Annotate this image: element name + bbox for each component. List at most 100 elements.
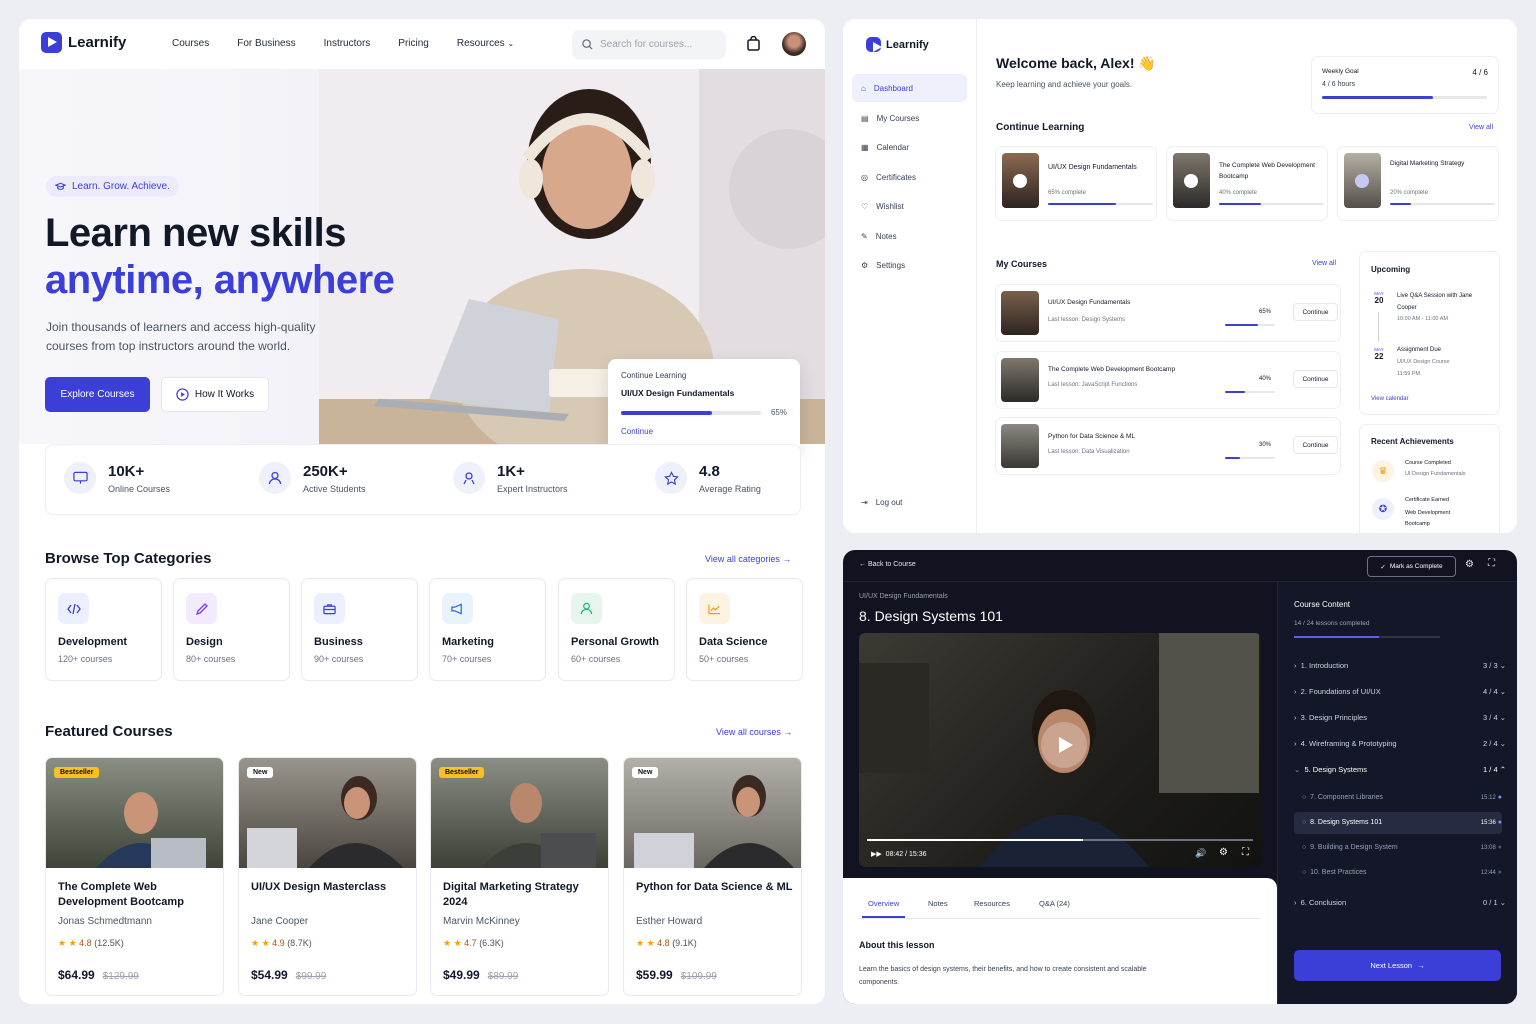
landing-page: Learnify Courses For Business Instructor…	[19, 19, 825, 1004]
fullscreen-icon[interactable]: ⛶	[1242, 847, 1249, 858]
next-lesson-button[interactable]: Next Lesson →	[1294, 950, 1501, 981]
course-rating: ★ ★ 4.7 (6.3K)	[443, 938, 504, 948]
logout-button[interactable]: ⇥ Log out	[852, 488, 967, 516]
hero-subtext: Join thousands of learners and access hi…	[46, 320, 316, 353]
continue-button[interactable]: Continue	[1293, 370, 1338, 388]
stat-rating: 4.8 Average Rating	[655, 462, 761, 494]
sidebar-item-dashboard[interactable]: ⌂ Dashboard	[852, 74, 967, 102]
category-card-development[interactable]: Development 120+ courses	[45, 578, 162, 681]
play-circle-icon	[176, 388, 189, 401]
settings-icon[interactable]: ⚙	[1465, 559, 1474, 570]
course-card[interactable]: Bestseller Digital Marketing Strategy 20…	[430, 757, 609, 996]
star-icon: ★ ★	[251, 938, 270, 948]
my-course-row[interactable]: The Complete Web Development Bootcamp La…	[995, 351, 1341, 409]
category-card-design[interactable]: Design 80+ courses	[173, 578, 290, 681]
section-row-active[interactable]: ⌄ 5. Design Systems 1 / 4 ⌃	[1294, 765, 1506, 774]
view-all-categories-link[interactable]: View all categories →	[705, 554, 791, 564]
section-row[interactable]: › 3. Design Principles 3 / 4 ⌄	[1294, 713, 1506, 722]
course-thumbnail	[1001, 358, 1039, 402]
section-row[interactable]: › 6. Conclusion 0 / 1 ⌄	[1294, 898, 1506, 907]
course-progress	[1225, 324, 1275, 326]
nav-instructors[interactable]: Instructors	[324, 38, 371, 49]
hero-headline-line2: anytime, anywhere	[45, 258, 395, 302]
continue-card[interactable]: Digital Marketing Strategy 20% complete	[1337, 146, 1499, 221]
sidebar-item-wishlist[interactable]: ♡ Wishlist	[852, 192, 967, 220]
sidebar-item-settings[interactable]: ⚙ Settings	[852, 251, 967, 279]
view-all-courses-link[interactable]: View all courses →	[716, 727, 792, 737]
tab-resources[interactable]: Resources	[974, 899, 1010, 908]
explore-courses-button[interactable]: Explore Courses	[45, 377, 150, 412]
continue-link[interactable]: Continue	[621, 427, 787, 436]
hero-headline-line1: Learn new skills	[45, 211, 347, 255]
continue-view-all-link[interactable]: View all	[1469, 124, 1493, 131]
category-card-data-science[interactable]: Data Science 50+ courses	[686, 578, 803, 681]
chevron-up-icon: ⌃	[1499, 765, 1506, 774]
section-row[interactable]: › 2. Foundations of UI/UX 4 / 4 ⌄	[1294, 687, 1506, 696]
sidebar-item-notes[interactable]: ✎ Notes	[852, 222, 967, 250]
back-to-course-link[interactable]: ← Back to Course	[859, 561, 916, 568]
avatar[interactable]	[782, 32, 806, 56]
play-button[interactable]	[1041, 722, 1087, 768]
course-thumbnail	[1001, 424, 1039, 468]
continue-progress-bar	[621, 410, 761, 415]
category-card-marketing[interactable]: Marketing 70+ courses	[429, 578, 546, 681]
lesson-item-active[interactable]: ○ 8. Design Systems 101 15:36 ●	[1302, 819, 1502, 826]
continue-card[interactable]: UI/UX Design Fundamentals 65% complete	[995, 146, 1157, 221]
nav-resources[interactable]: Resources ⌄	[457, 38, 514, 49]
sidebar-item-my-courses[interactable]: ▤ My Courses	[852, 104, 967, 132]
lesson-item[interactable]: ○ 10. Best Practices 12:44 ●	[1302, 869, 1502, 876]
nav-pricing[interactable]: Pricing	[398, 38, 429, 49]
continue-learning-card: Continue Learning UI/UX Design Fundament…	[608, 359, 800, 451]
star-icon	[655, 462, 687, 494]
tab-notes[interactable]: Notes	[928, 899, 948, 908]
book-icon: ▤	[861, 113, 869, 123]
weekly-goal-card: Weekly Goal 4 / 6 4 / 6 hours	[1311, 56, 1499, 114]
category-card-personal-growth[interactable]: Personal Growth 60+ courses	[558, 578, 675, 681]
course-content-panel: Course Content 14 / 24 lessons completed…	[1277, 582, 1517, 1004]
welcome-subtext: Keep learning and achieve your goals.	[996, 80, 1133, 89]
note-icon: ✎	[861, 231, 868, 241]
mark-complete-button[interactable]: ✓ Mark as Complete	[1367, 556, 1456, 577]
event-date: MAY 22	[1374, 347, 1384, 361]
continue-progress	[1390, 203, 1495, 205]
hero-section: Learn. Grow. Achieve. Learn new skills a…	[19, 69, 825, 451]
search-input[interactable]: Search for courses...	[572, 30, 726, 59]
my-course-row[interactable]: Python for Data Science & ML Last lesson…	[995, 417, 1341, 475]
instructor-icon	[453, 462, 485, 494]
video-player[interactable]: ▶▶ 08:42 / 15:36 🔊 ⚙ ⛶	[859, 633, 1261, 867]
course-card[interactable]: New UI/UX Design Masterclass Jane Cooper…	[238, 757, 417, 996]
category-card-business[interactable]: Business 90+ courses	[301, 578, 418, 681]
gear-icon[interactable]: ⚙	[1219, 847, 1228, 858]
sidebar-item-certificates[interactable]: ◎ Certificates	[852, 163, 967, 191]
how-it-works-button[interactable]: How It Works	[161, 377, 269, 412]
lesson-item[interactable]: ○ 9. Building a Design System 13:08 ●	[1302, 844, 1502, 851]
top-navbar: Learnify Courses For Business Instructor…	[19, 19, 825, 69]
tab-overview[interactable]: Overview	[868, 899, 899, 908]
play-icon	[1184, 174, 1198, 188]
nav-courses[interactable]: Courses	[172, 38, 209, 49]
section-row[interactable]: › 4. Wireframing & Prototyping 2 / 4 ⌄	[1294, 739, 1506, 748]
nav-business[interactable]: For Business	[237, 38, 295, 49]
briefcase-icon	[314, 593, 345, 624]
continue-button[interactable]: Continue	[1293, 436, 1338, 454]
fullscreen-icon[interactable]: ⛶	[1488, 558, 1495, 569]
cart-icon[interactable]	[746, 36, 761, 52]
sidebar-item-calendar[interactable]: ▦ Calendar	[852, 133, 967, 161]
course-card[interactable]: Bestseller The Complete Web Development …	[45, 757, 224, 996]
continue-card[interactable]: The Complete Web Development Bootcamp 40…	[1166, 146, 1328, 221]
video-seekbar[interactable]	[867, 839, 1253, 841]
video-time: ▶▶ 08:42 / 15:36	[871, 851, 927, 858]
arrow-right-icon: →	[783, 727, 793, 737]
volume-icon[interactable]: 🔊	[1195, 848, 1206, 859]
course-card[interactable]: New Python for Data Science & ML Esther …	[623, 757, 802, 996]
section-row[interactable]: › 1. Introduction 3 / 3 ⌄	[1294, 661, 1506, 670]
my-courses-view-all-link[interactable]: View all	[1312, 260, 1336, 267]
brand-logo[interactable]: Learnify	[41, 32, 126, 53]
tab-qa[interactable]: Q&A (24)	[1039, 899, 1070, 908]
continue-button[interactable]: Continue	[1293, 303, 1338, 321]
certificate-icon: ◎	[861, 172, 868, 182]
lesson-item[interactable]: ○ 7. Component Libraries 15:12 ●	[1302, 794, 1502, 801]
my-course-row[interactable]: UI/UX Design Fundamentals Last lesson: D…	[995, 284, 1341, 342]
brand-logo[interactable]: Learnify	[866, 37, 929, 52]
view-calendar-link[interactable]: View calendar	[1371, 396, 1409, 402]
